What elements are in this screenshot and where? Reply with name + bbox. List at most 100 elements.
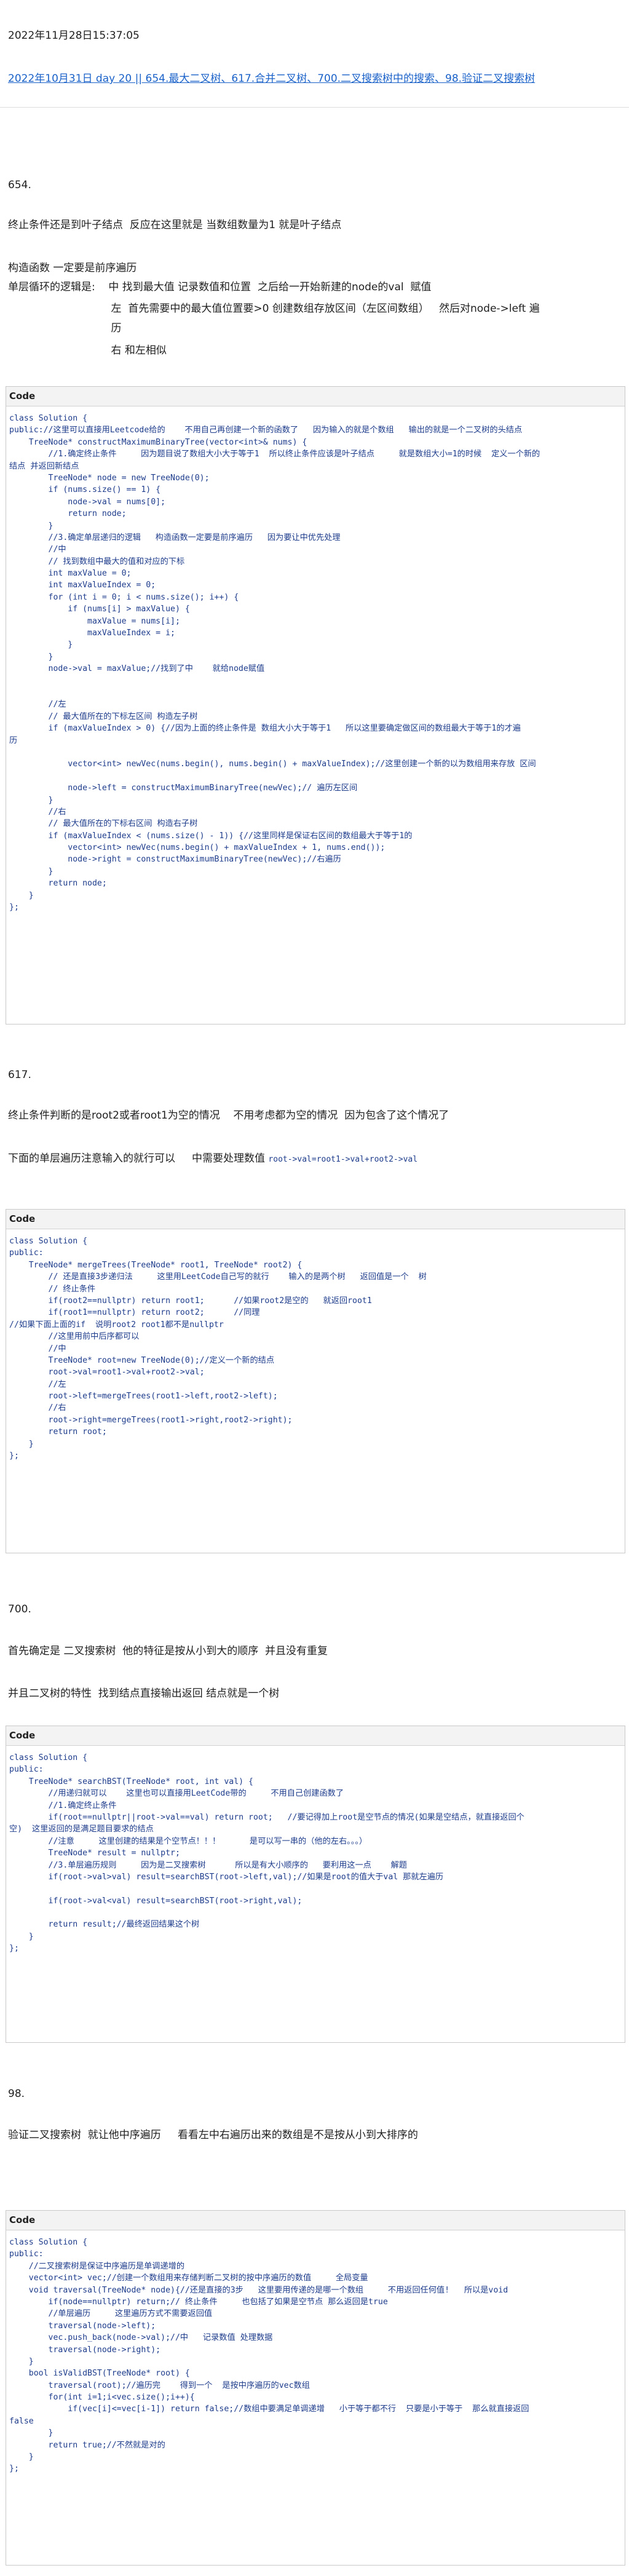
code-line: TreeNode* result = nullptr; xyxy=(9,1849,180,1858)
section-text: 并且二叉树的特性 找到结点直接输出返回 结点就是一个树 xyxy=(8,1687,280,1700)
code-line: vector<int> vec;//创建一个数组用来存储判断二叉树的按中序遍历的… xyxy=(9,2273,368,2283)
code-line: //用递归就可以 这里也可以直接用LeetCode带的 不用自己创建函数了 xyxy=(9,1789,344,1799)
code-line: class Solution { xyxy=(9,1237,88,1246)
code-line: traversal(node->right); xyxy=(9,2345,161,2355)
code-line: }; xyxy=(9,903,19,913)
code-body: class Solution {public: TreeNode* search… xyxy=(6,1746,625,1955)
section-text: 右 和左相似 xyxy=(8,344,167,357)
section-number: 617. xyxy=(8,1069,31,1081)
code-line: if (nums[i] > maxValue) { xyxy=(9,604,190,614)
code-line: node->left = constructMaximumBinaryTree(… xyxy=(9,783,358,793)
code-line: } xyxy=(9,866,53,876)
code-block-header: Code xyxy=(6,387,625,406)
section-number: 98. xyxy=(8,2088,25,2100)
code-line: for (int i = 0; i < nums.size(); i++) { xyxy=(9,592,239,602)
section-text: 终止条件还是到叶子结点 反应在这里就是 当数组数量为1 就是叶子结点 xyxy=(8,219,342,231)
code-line: return true;//不然就是对的 xyxy=(9,2440,165,2450)
code-block-header: Code xyxy=(6,1726,625,1746)
code-line: traversal(root);//遍历完 得到一个 是按中序遍历的vec数组 xyxy=(9,2380,310,2390)
code-line: //单层遍历 这里遍历方式不需要返回值 xyxy=(9,2309,213,2319)
code-line: class Solution { xyxy=(9,2238,88,2247)
code-line: TreeNode* constructMaximumBinaryTree(vec… xyxy=(9,437,307,447)
code-line: // 最大值所在的下标右区间 构造右子树 xyxy=(9,819,198,829)
code-line: //中 xyxy=(9,1344,66,1353)
section-text: 下面的单层遍历注意输入的就行可以 中需要处理数值 root->val=root1… xyxy=(8,1151,417,1167)
code-line: // 找到数组中最大的值和对应的下标 xyxy=(9,557,185,566)
note-page: 2022年11月28日15:37:05 2022年10月31日 day 20 |… xyxy=(0,0,629,2576)
code-line: } xyxy=(9,795,53,805)
code-line: void traversal(TreeNode* node){//还是直接的3步… xyxy=(9,2285,508,2295)
code-line: TreeNode* node = new TreeNode(0); xyxy=(9,473,210,483)
code-line: public: xyxy=(9,1248,44,1258)
section-text: 左 首先需要中的最大值位置要>0 创建数组存放区间（左区间数组） 然后对node… xyxy=(8,303,540,315)
code-body: class Solution { public://这里可以直接用Leetcode… xyxy=(6,406,625,913)
code-line: }; xyxy=(9,1451,19,1461)
code-line: //右 xyxy=(9,1403,66,1413)
code-line: class Solution { xyxy=(9,414,88,423)
inline-code: root->val=root1->val+root2->val xyxy=(268,1155,418,1164)
section-text: 单层循环的逻辑是: 中 找到最大值 记录数值和位置 之后给一开始新建的node的… xyxy=(8,281,432,293)
code-line: public: xyxy=(9,2249,44,2259)
code-line: if(root2==nullptr) return root1; //如果roo… xyxy=(9,1296,372,1306)
code-line: 结点 并返回新结点 xyxy=(9,461,79,471)
divider xyxy=(0,107,629,108)
code-block-header: Code xyxy=(6,1210,625,1229)
code-line: } xyxy=(9,652,53,662)
code-line: if (nums.size() == 1) { xyxy=(9,485,161,495)
code-line: 空) 这里返回的是满足题目要求的结点 xyxy=(9,1825,154,1834)
code-line: //1.确定终止条件 xyxy=(9,1801,117,1810)
code-line: } xyxy=(9,890,34,900)
code-line: if(node==nullptr) return;// 终止条件 也包括了如果是… xyxy=(9,2297,388,2307)
code-line: node->val = maxValue;//找到了中 就给node赋值 xyxy=(9,664,265,674)
code-line: node->right = constructMaximumBinaryTree… xyxy=(9,855,341,865)
code-line: //这里用前中后序都可以 xyxy=(9,1332,140,1342)
section-text: 历 xyxy=(8,322,122,335)
code-line: //3.单层遍历规则 因为是二叉搜索树 所以是有大小顺序的 要利用这一点 解题 xyxy=(9,1860,407,1870)
code-line: //左 xyxy=(9,1379,66,1389)
code-line: //二叉搜索树是保证中序遍历是单调递增的 xyxy=(9,2261,185,2271)
code-line: 历 xyxy=(9,735,18,745)
code-line: } xyxy=(9,1439,34,1449)
code-line: traversal(node->left); xyxy=(9,2321,156,2331)
code-line: bool isValidBST(TreeNode* root) { xyxy=(9,2369,190,2379)
code-line: if(root->val>val) result=searchBST(root-… xyxy=(9,1872,444,1882)
code-line: public://这里可以直接用Leetcode给的 不用自己再创建一个新的函数… xyxy=(9,426,523,435)
code-line: maxValueIndex = i; xyxy=(9,628,175,638)
code-line: // 还是直接3步递归法 这里用LeetCode自己写的就行 输入的是两个树 返… xyxy=(9,1272,427,1282)
code-line: public: xyxy=(9,1765,44,1775)
section-text: 验证二叉搜索树 就让他中序遍历 看看左中右遍历出来的数组是不是按从小到大排序的 xyxy=(8,2129,418,2141)
code-line: //左 xyxy=(9,700,66,710)
code-line: //1.确定终止条件 因为题目说了数组大小大于等于1 所以终止条件应该是叶子结点… xyxy=(9,450,540,459)
code-block: Code class Solution {public: //二叉搜索树是保证中… xyxy=(6,2210,625,2566)
section-text: 构造函数 一定要是前序遍历 xyxy=(8,262,137,274)
section-number: 654. xyxy=(8,179,31,191)
code-line: for(int i=1;i<vec.size();i++){ xyxy=(9,2393,195,2403)
code-line: //3.确定单层递归的逻辑 构造函数一定要是前序遍历 因为要让中优先处理 xyxy=(9,533,341,542)
code-line: if (maxValueIndex > 0) {//因为上面的终止条件是 数组大… xyxy=(9,724,521,734)
code-block: Code class Solution { public://这里可以直接用Lee… xyxy=(6,386,625,1024)
code-line: vector<int> newVec(nums.begin() + maxVal… xyxy=(9,843,386,853)
code-line: if (maxValueIndex < (nums.size() - 1)) {… xyxy=(9,831,413,841)
code-line: //中 xyxy=(9,545,66,555)
section-text: 首先确定是 二叉搜索树 他的特征是按从小到大的顺序 并且没有重复 xyxy=(8,1645,328,1657)
previous-note-link[interactable]: 2022年10月31日 day 20 || 654.最大二叉树、617.合并二叉… xyxy=(8,71,535,86)
code-line: return node; xyxy=(9,509,127,519)
code-line: vec.push_back(node->val);//中 记录数值 处理数据 xyxy=(9,2333,273,2343)
code-line: //右 xyxy=(9,807,66,817)
code-line: //注意 这里创建的结果是个空节点！！！ 是可以写一串的（他的左右。。。） xyxy=(9,1836,368,1846)
code-body: class Solution {public: TreeNode* mergeT… xyxy=(6,1229,625,1462)
code-line: false xyxy=(9,2416,34,2426)
code-line: } xyxy=(9,2428,53,2438)
code-line: if(vec[i]<=vec[i-1]) return false;//数组中要… xyxy=(9,2404,529,2414)
code-line: vector<int> newVec(nums.begin(), nums.be… xyxy=(9,759,536,769)
code-line: if(root1==nullptr) return root2; //同理 xyxy=(9,1308,260,1318)
code-line: return root; xyxy=(9,1427,107,1437)
section-text: 终止条件判断的是root2或者root1为空的情况 不用考虑都为空的情况 因为包… xyxy=(8,1109,449,1122)
code-line: // 最大值所在的下标左区间 构造左子树 xyxy=(9,711,198,721)
code-block: Code class Solution {public: TreeNode* m… xyxy=(6,1209,625,1553)
